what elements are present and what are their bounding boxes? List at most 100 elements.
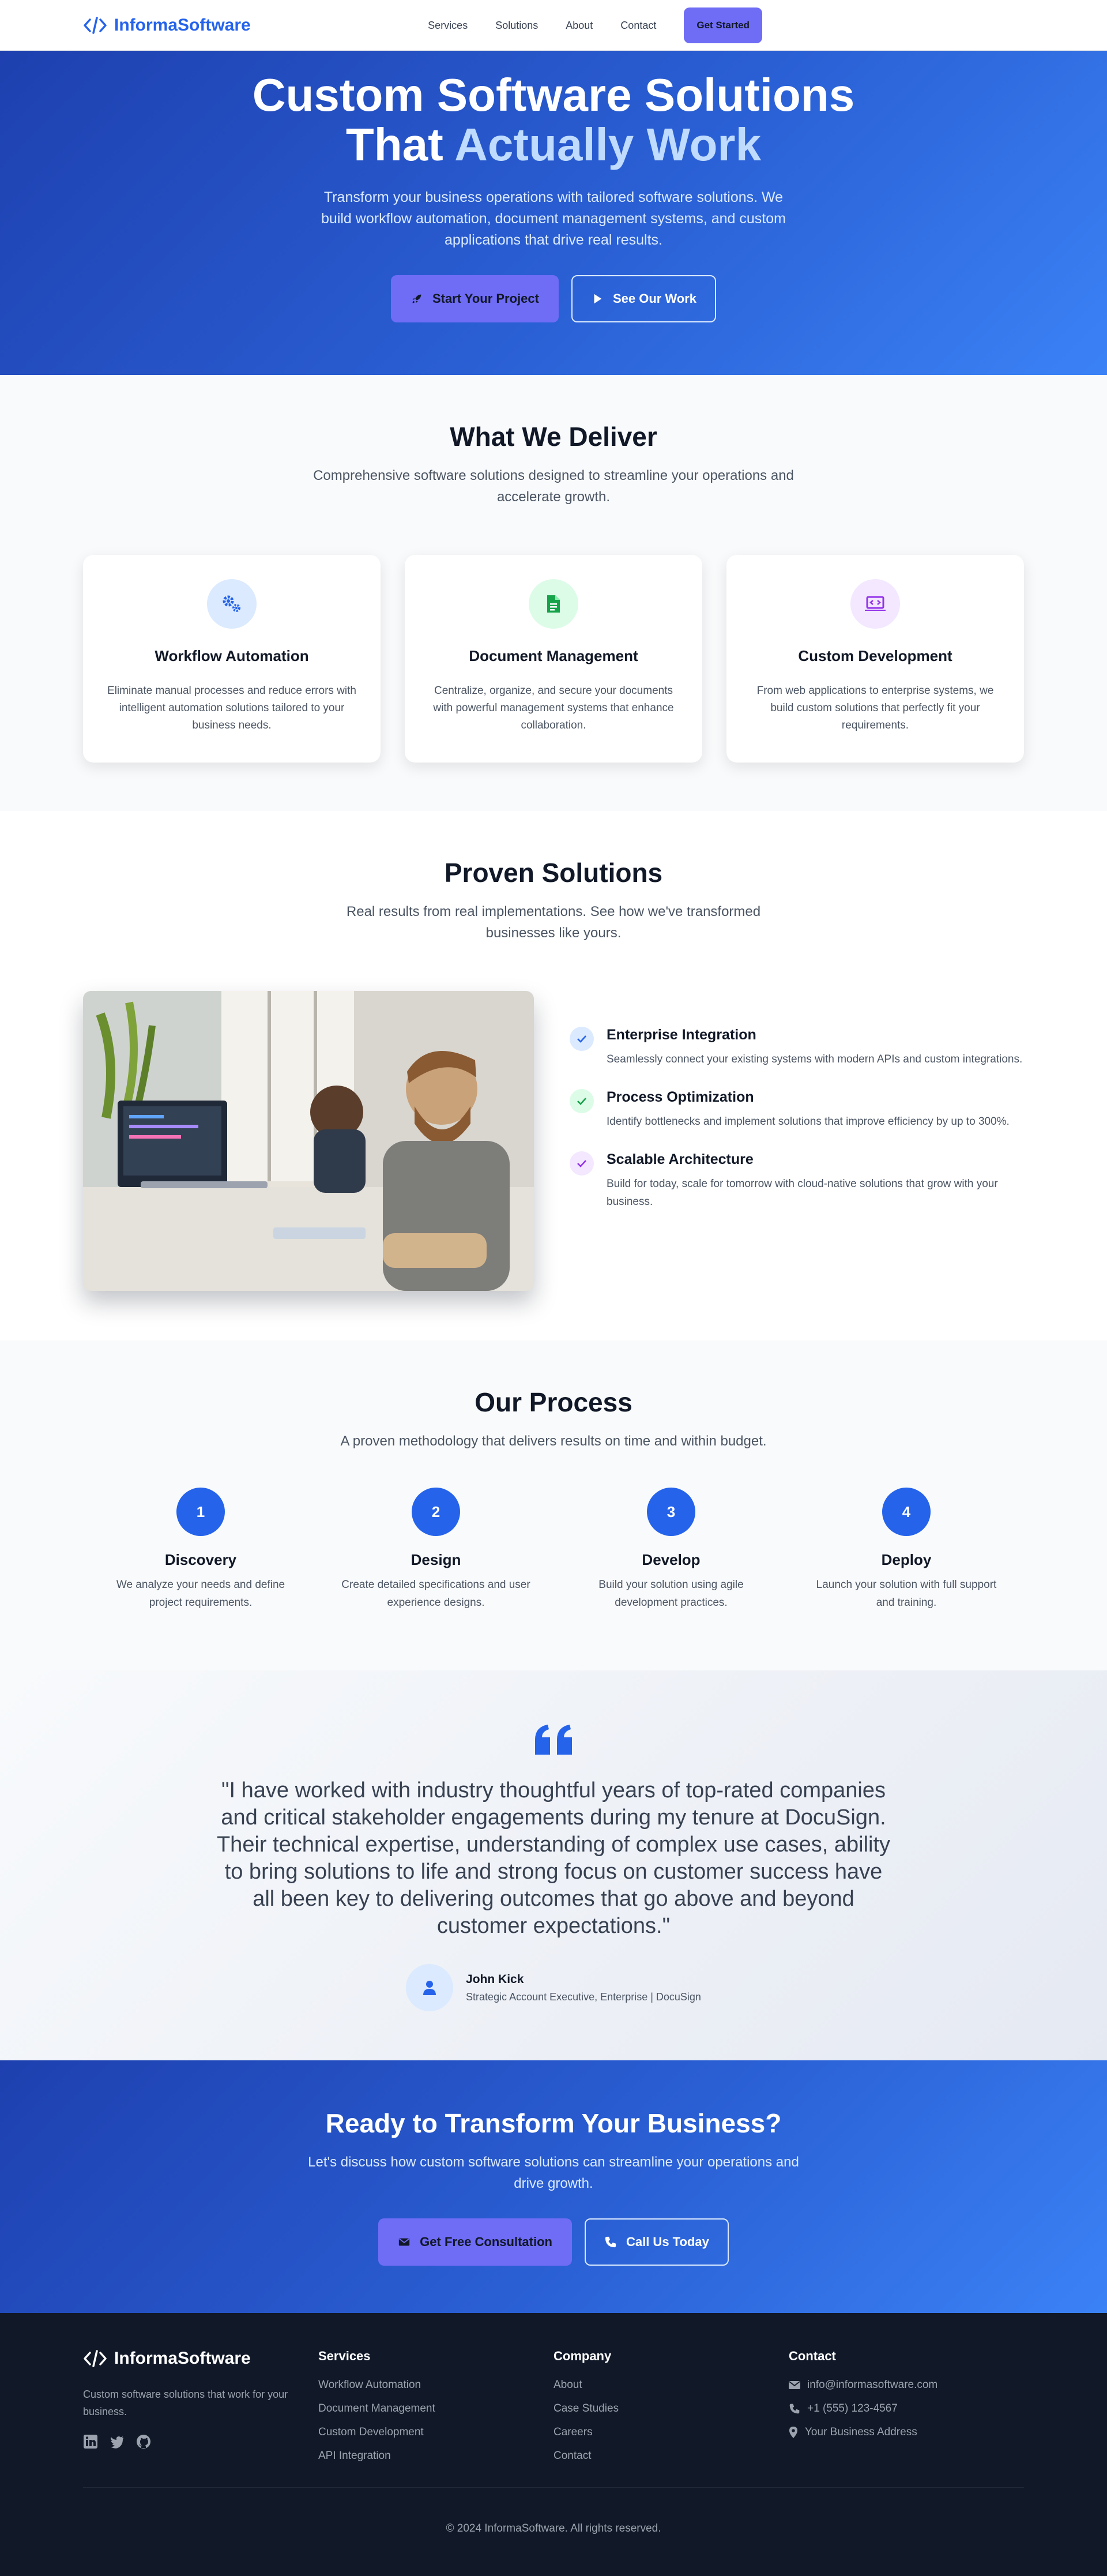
footer-link-workflow-automation[interactable]: Workflow Automation	[318, 2379, 554, 2391]
code-icon	[84, 17, 107, 34]
footer-services-title: Services	[318, 2349, 371, 2363]
free-consultation-label: Get Free Consultation	[420, 2235, 552, 2249]
nav-link-services[interactable]: Services	[428, 20, 468, 32]
footer-company-title: Company	[554, 2349, 612, 2363]
proven-title: Proven Solutions	[444, 858, 663, 888]
proven-subtitle: Real results from real implementations. …	[346, 904, 761, 941]
process-subtitle: A proven methodology that delivers resul…	[340, 1433, 767, 1449]
process-step-deploy: 4 Deploy Launch your solution with full …	[789, 1488, 1024, 1612]
call-us-button[interactable]: Call Us Today	[584, 2218, 729, 2266]
footer-company: Company About Case Studies Careers Conta…	[554, 2349, 789, 2473]
check-icon	[570, 1089, 594, 1113]
step-number: 1	[176, 1488, 225, 1536]
footer-link-about[interactable]: About	[554, 2379, 789, 2391]
map-pin-icon	[789, 2427, 797, 2438]
footer-link-api-integration[interactable]: API Integration	[318, 2450, 554, 2462]
step-text: Create detailed specifications and user …	[341, 1579, 530, 1609]
footer-contact-email[interactable]: info@informasoftware.com	[789, 2379, 1024, 2391]
footer: InformaSoftware Custom software solution…	[0, 2313, 1107, 2576]
deliver-subtitle: Comprehensive software solutions designe…	[313, 468, 794, 505]
testimonial-quote: "I have worked with industry thoughtful …	[216, 1778, 891, 1938]
process-step-discovery: 1 Discovery We analyze your needs and de…	[83, 1488, 318, 1612]
contact-email: info@informasoftware.com	[807, 2379, 938, 2391]
nav-link-about[interactable]: About	[566, 20, 593, 32]
footer-link-careers[interactable]: Careers	[554, 2426, 789, 2439]
linkedin-icon[interactable]	[83, 2434, 98, 2449]
testimonial-author: John Kick Strategic Account Executive, E…	[0, 1964, 1107, 2011]
process-step-develop: 3 Develop Build your solution using agil…	[554, 1488, 789, 1612]
feature-title: Scalable Architecture	[607, 1151, 754, 1167]
feature-scalable-architecture: Scalable Architecture Build for today, s…	[570, 1151, 1033, 1211]
contact-phone: +1 (555) 123-4567	[807, 2402, 898, 2414]
twitter-icon[interactable]	[110, 2434, 125, 2449]
hero-title: Custom Software Solutions That Actually …	[0, 70, 1107, 170]
step-text: Build your solution using agile developm…	[598, 1579, 744, 1609]
play-icon	[594, 294, 602, 304]
cta-section: Ready to Transform Your Business? Let's …	[0, 2060, 1107, 2313]
footer-brand: InformaSoftware Custom software solution…	[83, 2349, 318, 2473]
card-custom-development: Custom Development From web applications…	[726, 555, 1024, 763]
see-our-work-button[interactable]: See Our Work	[571, 275, 717, 322]
get-started-button[interactable]: Get Started	[684, 7, 762, 43]
hero-title-line1: Custom Software Solutions	[252, 69, 855, 121]
step-text: We analyze your needs and define project…	[116, 1579, 285, 1609]
step-number: 2	[412, 1488, 460, 1536]
footer-logo[interactable]: InformaSoftware	[83, 2349, 318, 2368]
footer-contact-title: Contact	[789, 2349, 836, 2363]
hero-description: Transform your business operations with …	[321, 189, 786, 248]
gears-icon	[207, 579, 257, 629]
quote-icon	[535, 1725, 572, 1755]
footer-contact-phone[interactable]: +1 (555) 123-4567	[789, 2402, 1024, 2415]
free-consultation-button[interactable]: Get Free Consultation	[378, 2218, 572, 2266]
phone-icon	[605, 2236, 616, 2248]
card-document-management: Document Management Centralize, organize…	[405, 555, 702, 763]
nav-link-contact[interactable]: Contact	[620, 20, 656, 32]
deliver-title: What We Deliver	[450, 422, 657, 452]
rocket-icon	[412, 294, 421, 303]
brand-name: InformaSoftware	[114, 16, 251, 35]
proven-section: Proven Solutions Real results from real …	[0, 811, 1107, 1340]
card-text: Centralize, organize, and secure your do…	[433, 685, 674, 731]
cta-text: Let's discuss how custom software soluti…	[308, 2154, 799, 2191]
card-text: Eliminate manual processes and reduce er…	[107, 685, 356, 731]
feature-text: Identify bottlenecks and implement solut…	[607, 1116, 1010, 1128]
step-title: Deploy	[881, 1551, 932, 1568]
start-project-label: Start Your Project	[432, 291, 539, 306]
step-number: 4	[882, 1488, 931, 1536]
card-workflow-automation: Workflow Automation Eliminate manual pro…	[83, 555, 381, 763]
footer-link-contact[interactable]: Contact	[554, 2450, 789, 2462]
hero-title-line2: That	[345, 119, 443, 170]
step-title: Design	[411, 1551, 461, 1568]
footer-services: Services Workflow Automation Document Ma…	[318, 2349, 554, 2473]
author-name: John Kick	[466, 1972, 524, 1986]
start-project-button[interactable]: Start Your Project	[390, 275, 559, 322]
footer-divider	[83, 2487, 1024, 2488]
office-developers-photo	[83, 991, 534, 1291]
phone-icon	[789, 2404, 800, 2414]
step-number: 3	[647, 1488, 695, 1536]
footer-link-document-management[interactable]: Document Management	[318, 2402, 554, 2415]
call-us-label: Call Us Today	[626, 2235, 709, 2249]
step-title: Discovery	[164, 1551, 237, 1568]
step-title: Develop	[642, 1551, 701, 1568]
copyright: © 2024 InformaSoftware. All rights reser…	[446, 2522, 661, 2534]
nav-link-solutions[interactable]: Solutions	[495, 20, 538, 32]
footer-link-case-studies[interactable]: Case Studies	[554, 2402, 789, 2415]
feature-enterprise-integration: Enterprise Integration Seamlessly connec…	[570, 1027, 1033, 1068]
footer-tagline: Custom software solutions that work for …	[83, 2389, 288, 2417]
logo[interactable]: InformaSoftware	[83, 16, 251, 35]
footer-brand-name: InformaSoftware	[114, 2349, 251, 2368]
deliver-section: What We Deliver Comprehensive software s…	[0, 375, 1107, 811]
footer-contact: Contact info@informasoftware.com +1 (555…	[789, 2349, 1024, 2473]
nav-links: Services Solutions About Contact Get Sta…	[428, 7, 762, 43]
feature-text: Build for today, scale for tomorrow with…	[607, 1178, 998, 1208]
process-title: Our Process	[475, 1387, 632, 1417]
feature-title: Enterprise Integration	[607, 1027, 756, 1043]
avatar	[406, 1964, 454, 2011]
feature-title: Process Optimization	[607, 1089, 754, 1105]
author-role: Strategic Account Executive, Enterprise …	[466, 1991, 701, 2003]
github-icon[interactable]	[136, 2434, 151, 2449]
hero-title-accent: Actually Work	[454, 119, 762, 170]
footer-link-custom-development[interactable]: Custom Development	[318, 2426, 554, 2439]
cta-title: Ready to Transform Your Business?	[325, 2108, 782, 2138]
